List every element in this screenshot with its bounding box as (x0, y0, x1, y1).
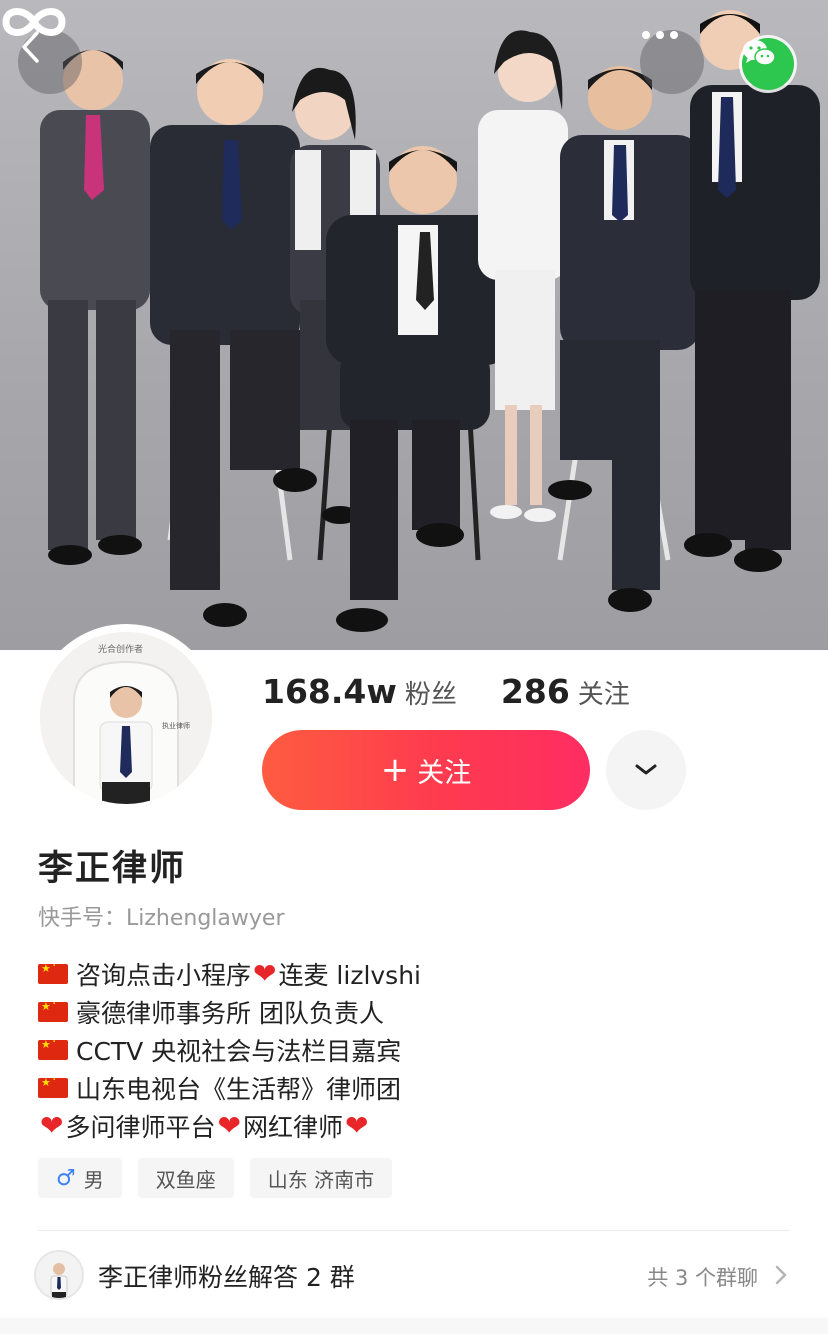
divider (38, 1230, 790, 1231)
follow-button[interactable]: + 关注 (262, 730, 590, 810)
group-avatar (34, 1250, 84, 1300)
following-label[interactable]: 关注 (578, 674, 630, 711)
infinity-icon (2, 8, 66, 36)
bio-text: 网红律师 (242, 1113, 343, 1142)
male-icon: ♂ (56, 1165, 76, 1191)
gender-label: 男 (83, 1167, 104, 1192)
gender-tag: ♂ 男 (38, 1158, 122, 1198)
bio: 咨询点击小程序 ❤ 连麦 lizlvshi 豪德律师事务所 团队负责人 CCTV… (38, 955, 421, 1145)
expand-recommendations-button[interactable] (606, 730, 686, 810)
profile-tags: ♂ 男 双鱼座 山东 济南市 (38, 1158, 408, 1198)
china-flag-icon (38, 996, 68, 1022)
fan-group-row[interactable]: 李正律师粉丝解答 2 群 共 3 个群聊 (0, 1240, 828, 1310)
kuaishou-id[interactable]: 快手号：Lizhenglawyer (38, 900, 285, 932)
wechat-share-button[interactable] (742, 38, 794, 90)
red-heart-icon: ❤ (217, 1109, 241, 1142)
bio-text: 多问律师平台 (65, 1113, 216, 1142)
bio-text: 连麦 lizlvshi (278, 961, 422, 990)
more-button[interactable] (640, 30, 704, 94)
china-flag-icon (38, 958, 68, 984)
following-count[interactable]: 286 (501, 672, 570, 711)
bio-text: 山东电视台《生活帮》律师团 (76, 1075, 402, 1104)
red-heart-icon: ❤ (344, 1109, 369, 1142)
bio-line: ❤ 多问律师平台 ❤ 网红律师 ❤ (38, 1107, 421, 1145)
bottom-separator (0, 1318, 828, 1334)
china-flag-icon (38, 1072, 68, 1098)
cover-photo[interactable] (0, 0, 828, 650)
bio-line: CCTV 央视社会与法栏目嘉宾 (38, 1031, 421, 1069)
group-avatar-portrait (36, 1252, 82, 1298)
creator-badge: 光合创作者 (98, 645, 144, 655)
more-horizontal-icon (642, 31, 678, 39)
avatar[interactable]: 执业律师 光合创作者 (36, 628, 216, 808)
avatar-portrait: 执业律师 (40, 632, 212, 804)
team-photo-illustration (40, 10, 820, 632)
china-flag-icon (38, 1034, 68, 1060)
location-label: 山东 济南市 (267, 1167, 375, 1192)
plus-icon: + (380, 750, 410, 790)
bio-text: 咨询点击小程序 (76, 961, 252, 990)
bio-text: CCTV 央视社会与法栏目嘉宾 (76, 1037, 402, 1066)
profile-name: 李正律师 (38, 849, 187, 889)
profile-stats: 168.4w 粉丝 286 关注 (262, 672, 630, 711)
red-heart-icon: ❤ (40, 1109, 64, 1142)
bio-line: 山东电视台《生活帮》律师团 (38, 1069, 421, 1107)
followers-label[interactable]: 粉丝 (405, 674, 457, 711)
location-tag: 山东 济南市 (249, 1158, 393, 1198)
bio-text: 豪德律师事务所 团队负责人 (76, 999, 384, 1028)
group-count: 共 3 个群聊 (647, 1266, 758, 1290)
bio-line: 咨询点击小程序 ❤ 连麦 lizlvshi (38, 955, 421, 993)
follow-button-label: 关注 (417, 757, 472, 789)
chevron-right-icon (775, 1265, 787, 1285)
chevron-down-icon (635, 764, 657, 775)
zodiac-label: 双鱼座 (155, 1167, 216, 1192)
followers-count[interactable]: 168.4w (262, 672, 397, 711)
red-heart-icon: ❤ (253, 957, 277, 990)
svg-text:执业律师: 执业律师 (162, 721, 190, 730)
bio-line: 豪德律师事务所 团队负责人 (38, 993, 421, 1031)
zodiac-tag: 双鱼座 (137, 1158, 234, 1198)
wechat-icon (743, 40, 776, 66)
group-name: 李正律师粉丝解答 2 群 (98, 1263, 355, 1292)
